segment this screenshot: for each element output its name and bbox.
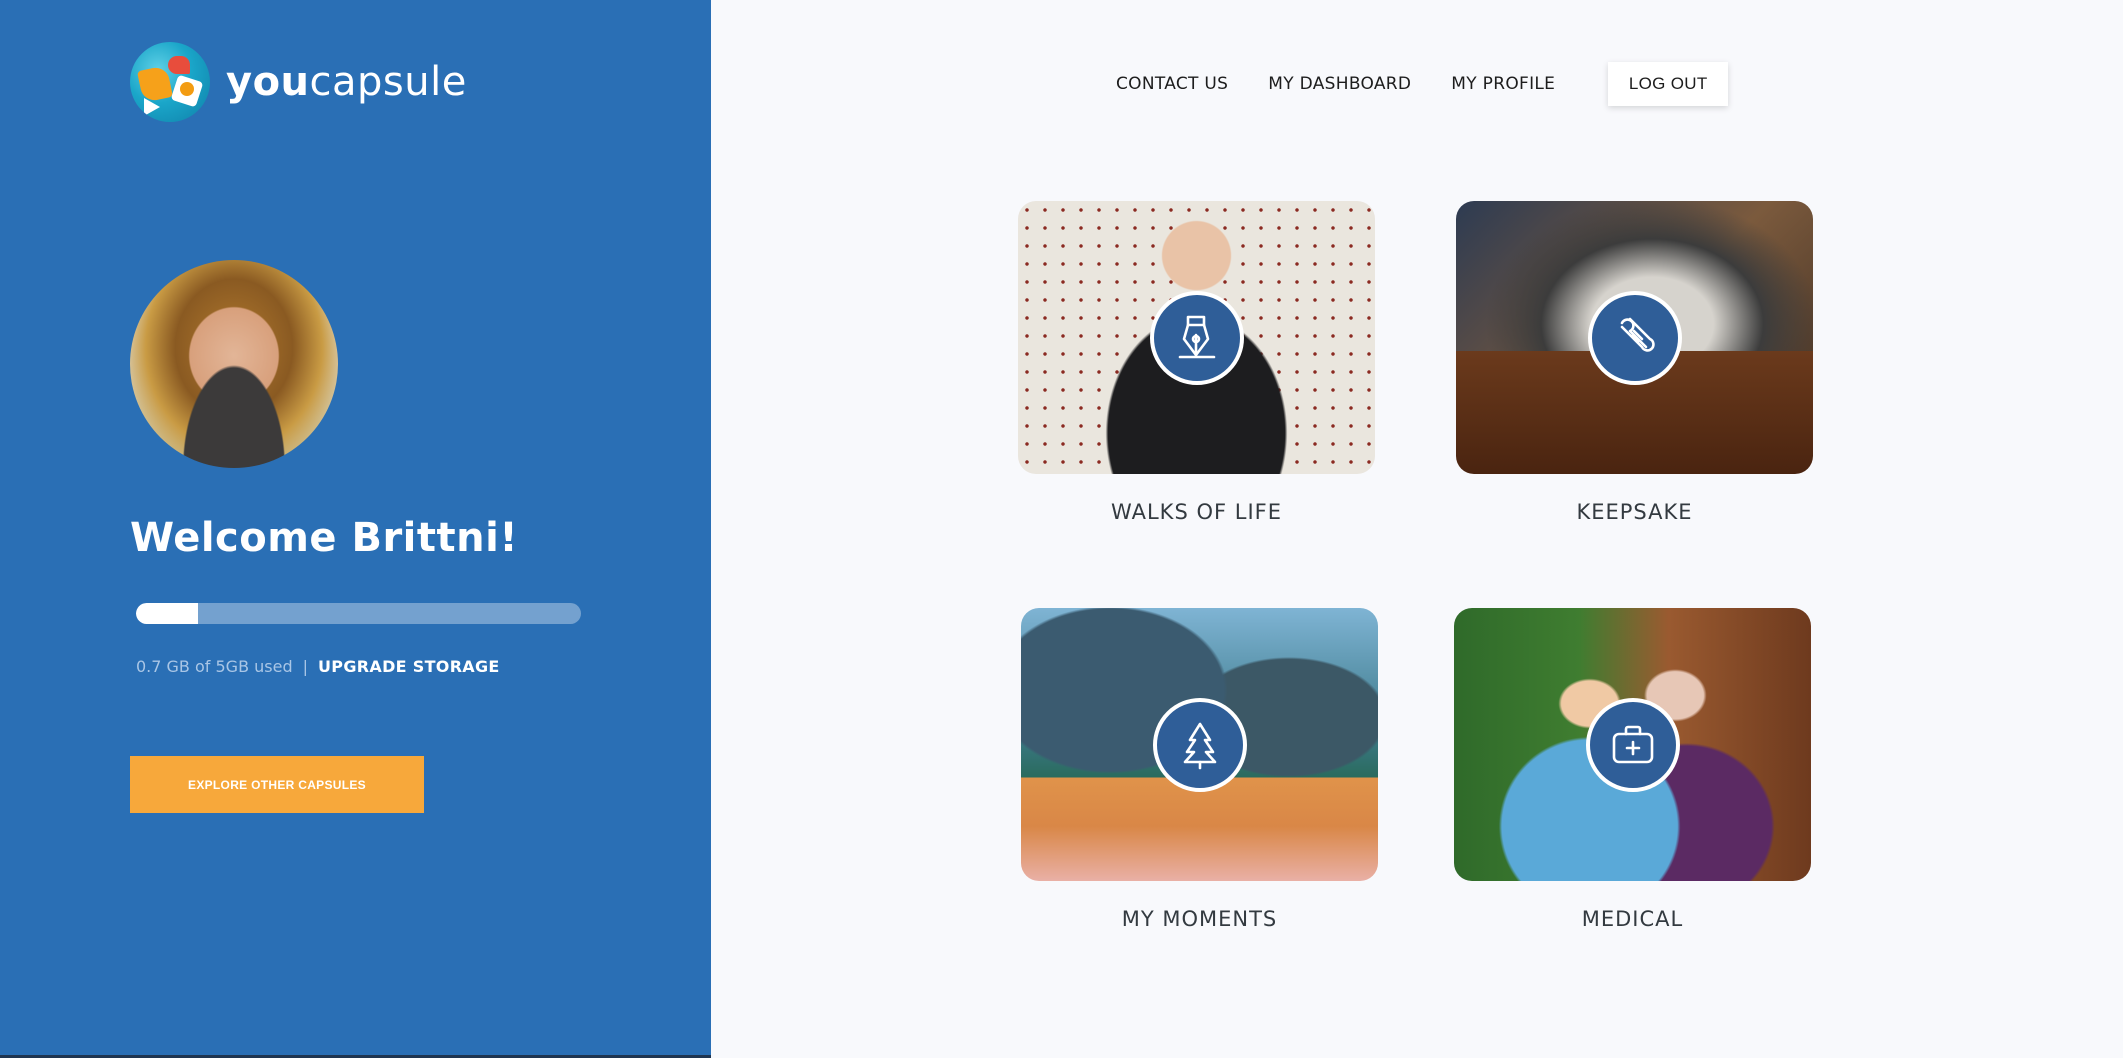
capsule-label: KEEPSAKE: [1576, 500, 1693, 524]
capsule-card-my-moments[interactable]: MY MOMENTS: [1021, 608, 1378, 931]
nav-contact-us[interactable]: CONTACT US: [1116, 74, 1228, 94]
user-avatar[interactable]: [130, 260, 338, 468]
storage-progress-bar: [136, 603, 581, 624]
upgrade-storage-link[interactable]: UPGRADE STORAGE: [318, 657, 500, 676]
capsule-image: [1456, 201, 1813, 474]
welcome-heading: Welcome Brittni!: [130, 515, 519, 561]
capsule-label: MEDICAL: [1581, 907, 1684, 931]
globe-logo-icon: [130, 42, 210, 122]
medical-kit-icon: [1585, 697, 1680, 792]
capsule-image: [1018, 201, 1375, 474]
capsule-image: [1021, 608, 1378, 881]
capsule-label: WALKS OF LIFE: [1111, 500, 1282, 524]
nav-my-profile[interactable]: MY PROFILE: [1451, 74, 1555, 94]
brand-name-bold: you: [226, 59, 310, 105]
explore-other-capsules-button[interactable]: EXPLORE OTHER CAPSULES: [130, 756, 424, 813]
nav-my-dashboard[interactable]: MY DASHBOARD: [1268, 74, 1411, 94]
storage-used-text: 0.7 GB of 5GB used: [136, 657, 293, 676]
fountain-pen-icon: [1149, 290, 1244, 385]
storage-progress-fill: [136, 603, 199, 624]
brand-name: youcapsule: [226, 62, 467, 102]
logout-button[interactable]: LOG OUT: [1608, 62, 1729, 106]
top-nav: CONTACT US MY DASHBOARD MY PROFILE LOG O…: [1116, 62, 1729, 106]
capsule-label: MY MOMENTS: [1121, 907, 1278, 931]
capsule-card-walks-of-life[interactable]: WALKS OF LIFE: [1018, 201, 1375, 524]
tree-icon: [1152, 697, 1247, 792]
capsule-image: [1454, 608, 1811, 881]
sidebar: youcapsule Welcome Brittni! 0.7 GB of 5G…: [0, 0, 711, 1058]
capsule-card-keepsake[interactable]: KEEPSAKE: [1456, 201, 1813, 524]
storage-separator: |: [302, 657, 309, 676]
brand-name-light: capsule: [309, 59, 467, 105]
brand-logo[interactable]: youcapsule: [130, 42, 467, 122]
capsule-card-medical[interactable]: MEDICAL: [1454, 608, 1811, 931]
scroll-icon: [1587, 290, 1682, 385]
storage-info: 0.7 GB of 5GB used | UPGRADE STORAGE: [136, 657, 500, 676]
